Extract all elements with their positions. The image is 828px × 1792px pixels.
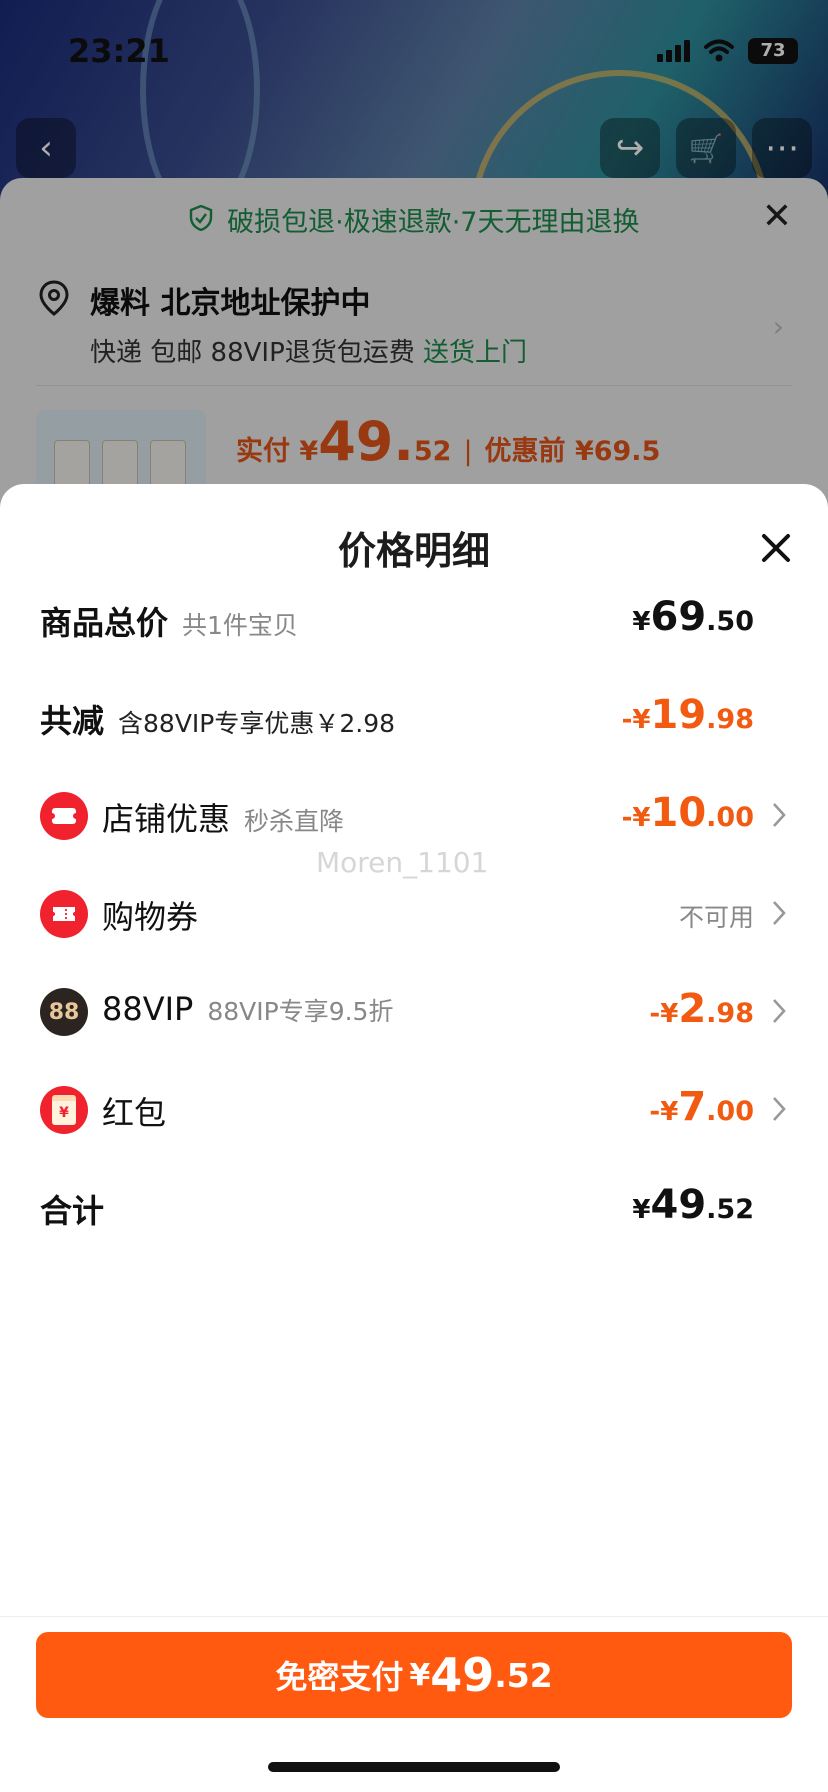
watermark: Moren_1101: [316, 846, 489, 879]
chevron-right-icon: [773, 803, 786, 827]
row-amount: ¥69.50: [632, 594, 754, 640]
ticket-icon: [40, 890, 88, 938]
chevron-right-icon: [773, 901, 786, 925]
row-amount: -¥2.98: [649, 986, 754, 1032]
row-sub: 88VIP专享9.5折: [207, 997, 394, 1026]
home-indicator: [268, 1762, 560, 1772]
close-icon[interactable]: [756, 528, 796, 568]
row-amount: -¥10.00: [621, 790, 754, 836]
row-label: 商品总价: [40, 604, 169, 642]
row-label: 88VIP: [102, 990, 194, 1028]
chevron-right-icon: [773, 999, 786, 1023]
vip88-row[interactable]: 88 88VIP 88VIP专享9.5折 -¥2.98: [40, 982, 788, 1042]
shop-coupon-icon: [40, 792, 88, 840]
total-discount-row: 共减 含88VIP专享优惠￥2.98 -¥19.98: [40, 688, 788, 748]
price-detail-sheet: 价格明细 商品总价 共1件宝贝 ¥69.50 共减 含88VIP专享优惠￥2.9…: [0, 484, 828, 1792]
red-packet-icon: ¥: [40, 1086, 88, 1134]
grand-total-row: 合计 ¥49.52: [40, 1178, 788, 1238]
row-sub: 秒杀直降: [244, 807, 345, 836]
total-goods-row: 商品总价 共1件宝贝 ¥69.50: [40, 590, 788, 650]
footer-divider: [0, 1616, 828, 1617]
sheet-title: 价格明细: [337, 529, 490, 573]
row-status: 不可用: [678, 903, 754, 932]
row-amount: -¥19.98: [621, 692, 754, 738]
chevron-right-icon: [773, 1097, 786, 1121]
row-label: 共减: [40, 702, 105, 740]
row-label: 红包: [102, 1094, 167, 1132]
row-label: 店铺优惠: [102, 800, 231, 838]
row-sub: 共1件宝贝: [182, 611, 298, 640]
row-label: 购物券: [102, 898, 199, 936]
row-label: 合计: [40, 1192, 105, 1230]
vip88-icon: 88: [40, 988, 88, 1036]
shop-discount-row[interactable]: 店铺优惠 秒杀直降 -¥10.00: [40, 786, 788, 846]
row-sub: 含88VIP专享优惠￥2.98: [118, 709, 396, 738]
row-amount: -¥7.00: [649, 1084, 754, 1130]
shopping-voucher-row[interactable]: 购物券 不可用: [40, 884, 788, 944]
row-amount: ¥49.52: [632, 1182, 754, 1228]
password-free-pay-button[interactable]: 免密支付 ¥49.52: [36, 1632, 792, 1718]
red-packet-row[interactable]: ¥ 红包 -¥7.00: [40, 1080, 788, 1140]
